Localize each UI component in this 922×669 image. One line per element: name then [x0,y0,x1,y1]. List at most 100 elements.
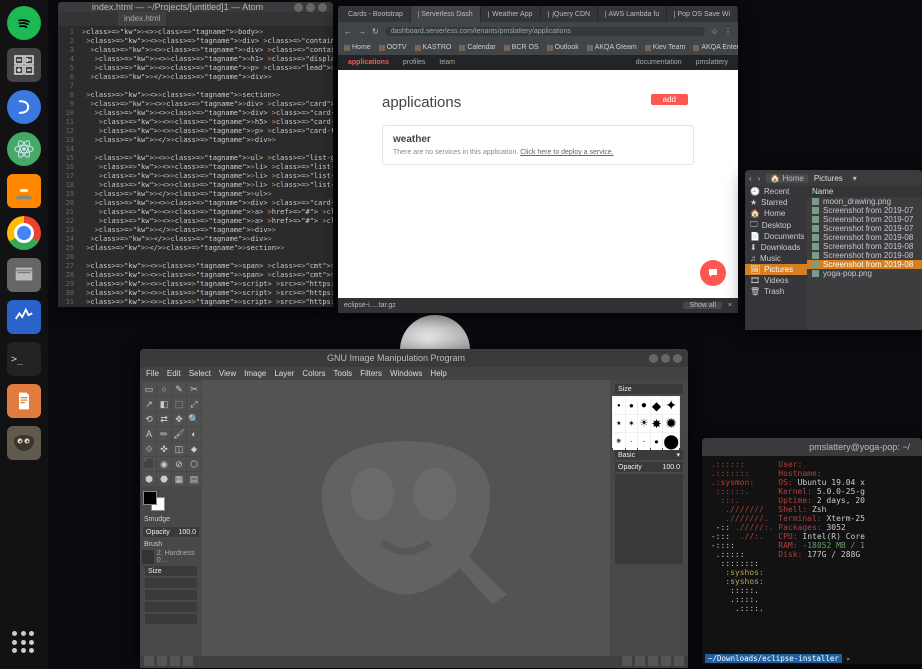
bookmark-item[interactable]: Outlook [547,44,579,51]
brush-preset[interactable]: ● [638,397,650,414]
gimp-window[interactable]: GNU Image Manipulation Program FileEditS… [140,349,688,668]
tool-22[interactable]: ⊘ [172,457,186,471]
bookmark-item[interactable]: AKQA Gteam [587,44,637,51]
menu-layer[interactable]: Layer [274,369,294,378]
menu-colors[interactable]: Colors [302,369,325,378]
bookmark-star-icon[interactable]: ☆ [711,27,718,36]
tool-19[interactable]: ⬥ [187,442,201,456]
file-row[interactable]: Screenshot from 2019-08 [807,233,922,242]
spacing-slider[interactable]: Size [615,384,683,394]
application-card[interactable]: weather There are no services in this ap… [382,125,694,165]
sidebar-item-documents[interactable]: 📄Documents [745,231,807,242]
calculator-icon[interactable] [7,48,41,82]
sidebar-item-starred[interactable]: ★Starred [745,197,807,208]
chrome-window[interactable]: Cards - BootstrapServerless DashWeather … [338,6,738,313]
size-slider[interactable]: Size [145,566,197,576]
system-monitor-icon[interactable] [7,300,41,334]
editor-tab[interactable]: index.html [118,12,166,26]
close-icon[interactable] [318,3,327,12]
forward-icon[interactable]: › [758,174,761,183]
layers-panel[interactable] [615,474,683,564]
terminal-prompt[interactable]: ~/Downloads/eclipse-installer ▸ [702,653,922,664]
tool-3[interactable]: ✂ [187,382,201,396]
browser-tab[interactable]: jQuery CDN [541,6,599,22]
tool-11[interactable]: 🔍 [187,412,201,426]
tool-16[interactable]: ⟐ [142,442,156,456]
menu-file[interactable]: File [146,369,159,378]
close-shelf-icon[interactable]: × [728,302,732,309]
bookmark-item[interactable]: Kiev Team [645,44,686,51]
brush-preset[interactable]: ✦ [663,397,679,414]
browser-tab[interactable]: Pop OS Save Wi [667,6,738,22]
close-icon[interactable] [673,354,682,363]
nav-team[interactable]: team [439,59,455,66]
sidebar-item-trash[interactable]: 🗑Trash [745,286,807,297]
document-writer-icon[interactable] [7,384,41,418]
menu-image[interactable]: Image [244,369,266,378]
show-applications-icon[interactable] [12,631,36,655]
tool-5[interactable]: ◧ [157,397,171,411]
tool-7[interactable]: ⤢ [187,397,201,411]
file-row[interactable]: Screenshot from 2019-08 [807,242,922,251]
tool-1[interactable]: ○ [157,382,171,396]
menu-windows[interactable]: Windows [390,369,422,378]
maximize-icon[interactable] [661,354,670,363]
menu-filters[interactable]: Filters [360,369,382,378]
minimize-icon[interactable] [294,3,303,12]
menu-help[interactable]: Help [430,369,446,378]
deploy-link[interactable]: Click here to deploy a service. [520,149,613,156]
back-icon[interactable]: ← [344,27,352,36]
file-row[interactable]: Screenshot from 2019-08 [807,251,922,260]
file-row[interactable]: Screenshot from 2019-07 [807,206,922,215]
tool-9[interactable]: ⇄ [157,412,171,426]
tool-21[interactable]: ◉ [157,457,171,471]
sidebar-item-home[interactable]: 🏠Home [745,208,807,219]
brush-preset[interactable]: ★ [613,415,625,432]
brush-row[interactable]: 2. Hardness 0… [142,550,200,564]
tool-18[interactable]: ◫ [172,442,186,456]
brush-preset[interactable]: ∙ [638,433,650,450]
nav-docs[interactable]: documentation [636,59,682,66]
gimp-icon[interactable] [7,426,41,460]
bookmark-item[interactable]: AKQA Enterp… [693,44,738,51]
brush-preset[interactable]: ⬤ [663,433,679,450]
file-row[interactable]: Screenshot from 2019-07 [807,224,922,233]
tool-6[interactable]: ⬚ [172,397,186,411]
sidebar-item-videos[interactable]: 🎞Videos [745,275,807,286]
terminal-output[interactable]: .:::::: User: .::::::: Hostname: .:sysmo… [702,456,922,653]
browser-tab[interactable]: Weather App [481,6,541,22]
tool-8[interactable]: ⟲ [142,412,156,426]
code-body[interactable]: >class>=>"kw">><>>class>=>"tagname">>bod… [78,26,333,307]
sidebar-item-music[interactable]: ♫Music [745,253,807,264]
tool-23[interactable]: ⬡ [187,457,201,471]
brush-preset[interactable]: • [651,433,663,450]
window-titlebar[interactable]: GNU Image Manipulation Program [140,349,688,367]
nav-user[interactable]: pmslattery [696,59,728,66]
brush-preset[interactable]: ☀ [638,415,650,432]
browser-tab[interactable]: Serverless Dash [411,6,481,22]
file-row[interactable]: yoga-pop.png [807,269,922,278]
tool-2[interactable]: ✎ [172,382,186,396]
menu-select[interactable]: Select [189,369,211,378]
sidebar-item-pictures[interactable]: 🖼Pictures [745,264,807,275]
chrome-icon[interactable] [7,216,41,250]
url-field[interactable]: dashboard.serverless.com/tenants/pmslatt… [385,27,705,36]
brush-preset[interactable]: ✹ [663,415,679,432]
brush-preset[interactable]: · [626,433,638,450]
window-titlebar[interactable]: index.html — ~/Projects/[untitled]1 — At… [58,2,333,12]
tool-10[interactable]: ✥ [172,412,186,426]
brush-preset[interactable]: ❋ [613,433,625,450]
brush-preset[interactable]: ◆ [651,397,663,414]
tool-12[interactable]: A [142,427,156,441]
spotify-icon[interactable] [7,6,41,40]
mode-select[interactable]: Basic▾ [615,450,683,460]
file-row[interactable]: Screenshot from 2019-07 [807,215,922,224]
intercom-fab[interactable] [700,260,726,286]
terminal-icon[interactable]: >_ [7,342,41,376]
gimp-canvas[interactable] [202,380,610,656]
tool-25[interactable]: ⬣ [157,472,171,486]
browser-tab[interactable]: AWS Lambda fu [598,6,667,22]
file-row[interactable]: Screenshot from 2019-08 [807,260,922,269]
tool-20[interactable]: ⬛ [142,457,156,471]
extensions-icon[interactable]: ⋮ [724,27,732,36]
